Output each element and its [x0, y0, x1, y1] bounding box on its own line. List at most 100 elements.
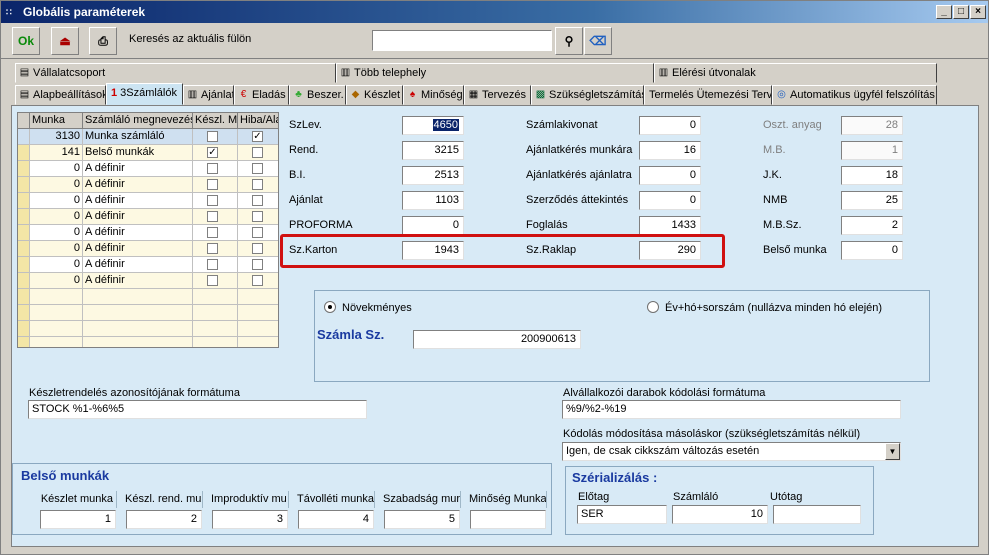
- cell-name[interactable]: A définir: [83, 177, 193, 193]
- cell-munka[interactable]: [30, 289, 83, 305]
- cell-keszl[interactable]: [193, 305, 238, 321]
- tab-automatikus-ugyfel-felszolitas[interactable]: ◎ Automatikus ügyfél felszólítás: [772, 85, 937, 105]
- cell-name[interactable]: Munka számláló: [83, 129, 193, 145]
- grid-header-name[interactable]: Számláló megnevezése: [83, 113, 193, 129]
- cell-keszl[interactable]: [193, 193, 238, 209]
- tab-alapbeallitasok[interactable]: ▤ Alapbeállítások: [15, 85, 106, 105]
- checkbox-keszl[interactable]: ✓: [207, 147, 218, 158]
- search-input[interactable]: [372, 30, 552, 51]
- tab-eleresi-utvonalak[interactable]: ▥ Elérési útvonalak: [654, 63, 937, 83]
- table-row[interactable]: 0A définir: [18, 257, 278, 273]
- cell-name[interactable]: [83, 289, 193, 305]
- subcontract-format-input[interactable]: %9/%2-%19: [562, 400, 901, 419]
- minimize-button[interactable]: _: [936, 5, 952, 19]
- internal-work-input[interactable]: 5: [384, 510, 460, 529]
- table-row[interactable]: 0A définir: [18, 209, 278, 225]
- cell-munka[interactable]: 0: [30, 177, 83, 193]
- cell-keszl[interactable]: [193, 321, 238, 337]
- grid-header-munka[interactable]: Munka: [30, 113, 83, 129]
- tab-minoseg[interactable]: ♠ Minőség: [403, 85, 464, 105]
- cell-hiba[interactable]: [238, 225, 278, 241]
- cell-munka[interactable]: 3130: [30, 129, 83, 145]
- checkbox-hiba[interactable]: [252, 195, 263, 206]
- tab-tervezes[interactable]: ▦ Tervezés: [464, 85, 531, 105]
- cell-hiba[interactable]: [238, 193, 278, 209]
- cell-name[interactable]: A définir: [83, 273, 193, 289]
- cell-munka[interactable]: 141: [30, 145, 83, 161]
- table-row[interactable]: 0A définir: [18, 273, 278, 289]
- checkbox-hiba[interactable]: [252, 147, 263, 158]
- cell-keszl[interactable]: [193, 177, 238, 193]
- checkbox-hiba[interactable]: [252, 179, 263, 190]
- cell-name[interactable]: A définir: [83, 209, 193, 225]
- cell-keszl[interactable]: [193, 273, 238, 289]
- cell-keszl[interactable]: ✓: [193, 145, 238, 161]
- tab-keszlet[interactable]: ◆ Készlet: [346, 85, 403, 105]
- counter-input[interactable]: 10: [672, 505, 768, 524]
- checkbox-keszl[interactable]: [207, 179, 218, 190]
- cell-hiba[interactable]: [238, 321, 278, 337]
- cell-munka[interactable]: 0: [30, 241, 83, 257]
- internal-work-input[interactable]: 2: [126, 510, 202, 529]
- checkbox-keszl[interactable]: [207, 163, 218, 174]
- counter-input[interactable]: 25: [841, 191, 903, 210]
- cell-name[interactable]: A définir: [83, 161, 193, 177]
- checkbox-keszl[interactable]: [207, 195, 218, 206]
- cell-name[interactable]: [83, 321, 193, 337]
- tab-szamlalok[interactable]: 1 3Számlálók: [106, 83, 183, 105]
- radio-year-month[interactable]: [647, 301, 659, 313]
- checkbox-hiba[interactable]: [252, 227, 263, 238]
- internal-work-input[interactable]: 4: [298, 510, 374, 529]
- cell-name[interactable]: Belső munkák: [83, 145, 193, 161]
- checkbox-hiba[interactable]: [252, 275, 263, 286]
- table-row[interactable]: 3130 Munka számláló ✓: [18, 129, 278, 145]
- counter-input[interactable]: 1: [841, 141, 903, 160]
- table-row[interactable]: [18, 321, 278, 337]
- prefix-input[interactable]: SER: [577, 505, 667, 524]
- tab-vallalatcsoport[interactable]: ▤ Vállalatcsoport: [15, 63, 336, 83]
- ok-button[interactable]: Ok: [12, 27, 40, 55]
- checkbox-hiba[interactable]: [252, 163, 263, 174]
- cell-keszl[interactable]: [193, 289, 238, 305]
- tab-ajanlat[interactable]: ▥ Ajánlat: [183, 85, 234, 105]
- table-row[interactable]: 0A définir: [18, 161, 278, 177]
- cell-name[interactable]: A définir: [83, 241, 193, 257]
- cell-name[interactable]: A définir: [83, 257, 193, 273]
- grid-header-hiba[interactable]: Hiba/Ala: [238, 113, 278, 129]
- counter-input[interactable]: 2513: [402, 166, 464, 185]
- table-row[interactable]: 0A définir: [18, 177, 278, 193]
- cell-keszl[interactable]: [193, 209, 238, 225]
- cell-hiba[interactable]: [238, 289, 278, 305]
- cell-name[interactable]: A définir: [83, 193, 193, 209]
- cell-hiba[interactable]: [238, 161, 278, 177]
- internal-work-input[interactable]: 1: [40, 510, 116, 529]
- table-row[interactable]: [18, 289, 278, 305]
- cell-hiba[interactable]: [238, 145, 278, 161]
- counter-input[interactable]: 0: [639, 166, 701, 185]
- cell-keszl[interactable]: [193, 257, 238, 273]
- cell-hiba[interactable]: [238, 177, 278, 193]
- counter-input[interactable]: 3215: [402, 141, 464, 160]
- exit-door-icon[interactable]: ⏏: [51, 27, 79, 55]
- counter-input[interactable]: 0: [639, 191, 701, 210]
- checkbox-keszl[interactable]: [207, 259, 218, 270]
- cell-munka[interactable]: 0: [30, 225, 83, 241]
- cell-keszl[interactable]: [193, 225, 238, 241]
- counter-grid[interactable]: Munka Számláló megnevezése Készl. Mu Hib…: [17, 112, 279, 348]
- tab-beszer[interactable]: ♣ Beszer.: [289, 85, 346, 105]
- cell-munka[interactable]: 0: [30, 209, 83, 225]
- table-row[interactable]: 0A définir: [18, 193, 278, 209]
- cell-munka[interactable]: 0: [30, 193, 83, 209]
- tab-termeles-utemezesi-terv[interactable]: Termelés Ütemezési Terv: [644, 85, 772, 105]
- counter-input[interactable]: 2: [841, 216, 903, 235]
- checkbox-keszl[interactable]: [207, 227, 218, 238]
- table-row[interactable]: [18, 305, 278, 321]
- table-row[interactable]: 0A définir: [18, 225, 278, 241]
- cell-munka[interactable]: [30, 337, 83, 347]
- invoice-number-input[interactable]: 200900613: [413, 330, 581, 349]
- maximize-button[interactable]: □: [953, 5, 969, 19]
- counter-input[interactable]: 1103: [402, 191, 464, 210]
- table-row[interactable]: [18, 337, 278, 347]
- counter-input[interactable]: 0: [402, 216, 464, 235]
- cell-name[interactable]: [83, 337, 193, 347]
